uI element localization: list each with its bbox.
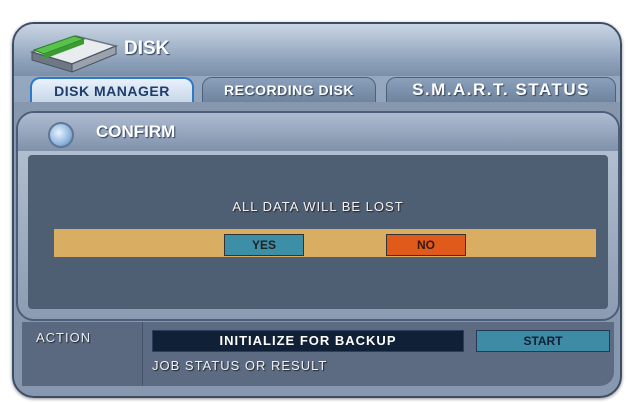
circle-icon <box>48 122 74 148</box>
confirm-body: ALL DATA WILL BE LOST YES NO <box>28 155 608 309</box>
action-label: ACTION <box>36 330 92 345</box>
button-bar: YES NO <box>54 229 596 257</box>
start-button[interactable]: START <box>476 330 610 352</box>
window-title: DISK <box>124 38 170 59</box>
confirm-dialog: CONFIRM ALL DATA WILL BE LOST YES NO <box>16 111 620 321</box>
action-select[interactable]: INITIALIZE FOR BACKUP <box>152 330 464 352</box>
tab-smart-status[interactable]: S.M.A.R.T. STATUS <box>386 77 616 102</box>
no-button[interactable]: NO <box>386 234 466 256</box>
tab-disk-manager[interactable]: DISK MANAGER <box>30 77 194 103</box>
disk-window: DISK DISK MANAGER RECORDING DISK S.M.A.R… <box>12 22 622 398</box>
tab-recording-disk[interactable]: RECORDING DISK <box>202 77 376 102</box>
title-bar: DISK <box>14 24 620 76</box>
warning-message: ALL DATA WILL BE LOST <box>232 199 404 214</box>
job-status-text: JOB STATUS OR RESULT <box>152 358 328 373</box>
yes-button[interactable]: YES <box>224 234 304 256</box>
disk-drive-icon <box>26 28 122 74</box>
action-panel: ACTION INITIALIZE FOR BACKUP START JOB S… <box>22 322 614 386</box>
confirm-header: CONFIRM <box>18 113 618 151</box>
confirm-title: CONFIRM <box>96 122 176 141</box>
